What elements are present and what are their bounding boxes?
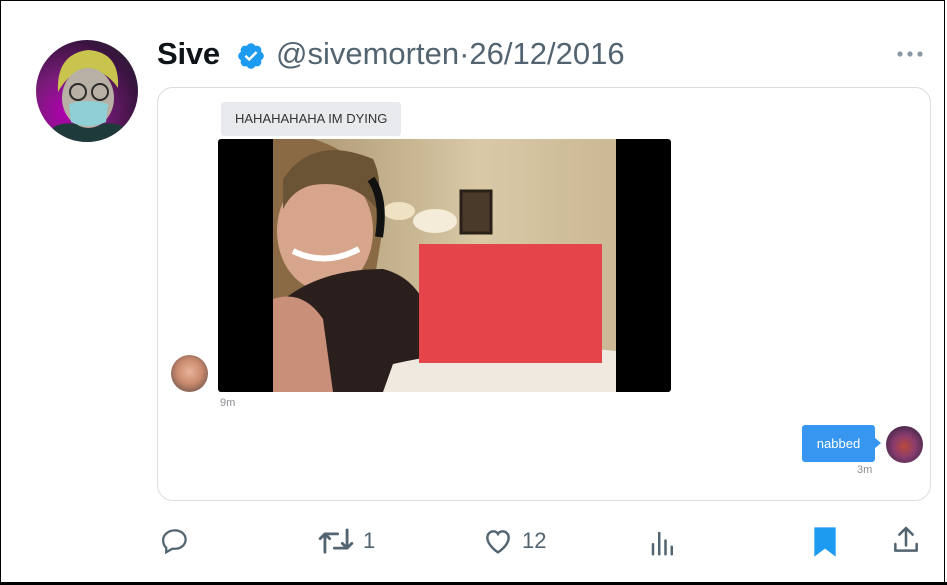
sender-avatar bbox=[171, 355, 208, 392]
like-icon bbox=[486, 530, 510, 554]
author-handle[interactable]: @sivemorten bbox=[276, 36, 459, 71]
share-icon bbox=[894, 526, 918, 552]
reply-button[interactable] bbox=[160, 526, 198, 556]
retweet-icon bbox=[318, 528, 354, 554]
more-icon[interactable] bbox=[896, 50, 924, 58]
outgoing-message-bubble: nabbed bbox=[802, 425, 875, 462]
outgoing-message-time: 3m bbox=[857, 464, 873, 476]
views-button[interactable] bbox=[648, 528, 686, 558]
incoming-message-time: 9m bbox=[220, 397, 236, 409]
tweet-date[interactable]: 26/12/2016 bbox=[469, 36, 624, 71]
verified-badge-icon bbox=[238, 43, 264, 69]
like-count: 12 bbox=[522, 528, 547, 553]
reply-icon bbox=[161, 529, 187, 555]
bookmark-icon bbox=[814, 527, 836, 557]
author-handle-and-date[interactable]: @sivemorten·26/12/2016 bbox=[276, 36, 625, 72]
redaction-box bbox=[419, 244, 602, 363]
views-icon bbox=[651, 531, 673, 556]
retweet-button[interactable]: 1 bbox=[317, 525, 375, 557]
like-button[interactable]: 12 bbox=[482, 525, 546, 557]
handle-date-separator: · bbox=[459, 36, 470, 71]
incoming-message-bubble: HAHAHAHAHA IM DYING bbox=[221, 102, 402, 136]
outgoing-bubble-tail bbox=[874, 437, 881, 449]
bookmark-button[interactable] bbox=[811, 526, 839, 558]
retweet-count: 1 bbox=[363, 528, 376, 553]
author-name[interactable]: Sive bbox=[157, 36, 220, 72]
author-avatar[interactable] bbox=[36, 40, 138, 142]
recipient-avatar bbox=[886, 426, 923, 463]
share-button[interactable] bbox=[890, 524, 922, 556]
